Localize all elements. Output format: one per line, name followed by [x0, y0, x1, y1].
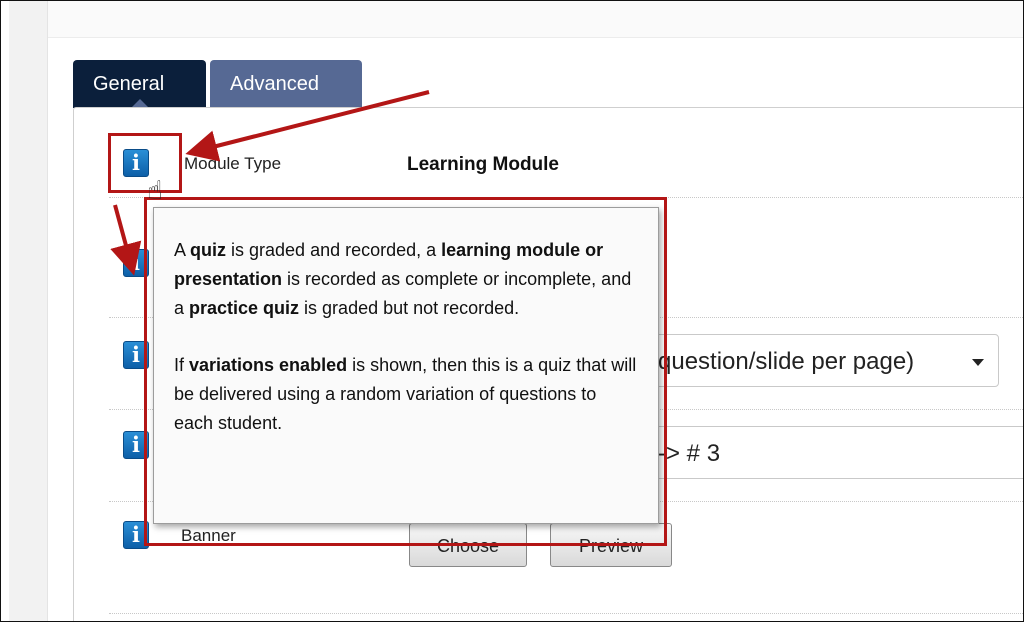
mapping-field-text: -> # 3: [658, 440, 721, 467]
display-mode-select[interactable]: question/slide per page): [609, 334, 999, 387]
left-gutter: [9, 1, 48, 621]
annotation-highlight-icon: [108, 133, 182, 193]
display-mode-selected-text: question/slide per page): [658, 348, 915, 375]
module-type-label: Module Type: [184, 154, 282, 173]
mapping-field[interactable]: -> # 3: [609, 426, 1023, 479]
annotation-highlight-tooltip: [144, 197, 667, 546]
module-type-value: Learning Module: [407, 154, 559, 175]
screenshot-frame: General Advanced i Module Type Learning …: [0, 0, 1024, 622]
hand-pointer-icon: ☝: [147, 175, 163, 205]
row-divider: [109, 613, 1023, 614]
chevron-down-icon: [972, 359, 984, 366]
tab-advanced[interactable]: Advanced: [210, 60, 362, 108]
top-bar: [48, 1, 1023, 38]
